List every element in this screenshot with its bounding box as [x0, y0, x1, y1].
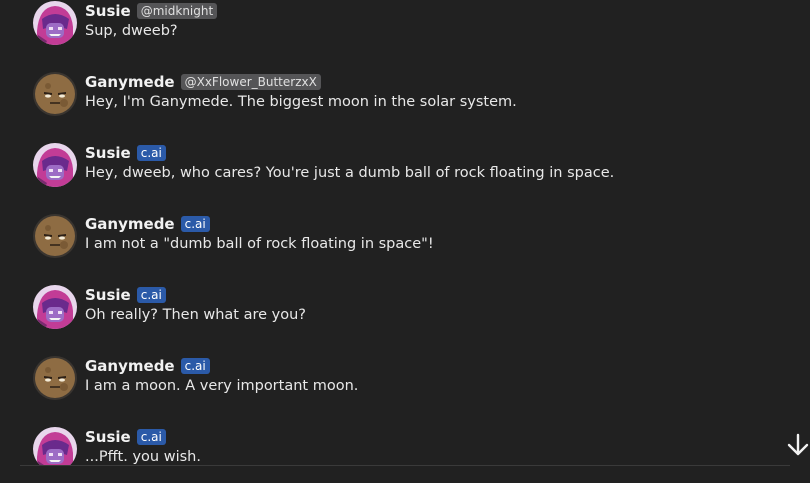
author-tag: @midknight	[136, 3, 218, 19]
avatar-ganymede[interactable]	[33, 356, 77, 400]
cai-badge: c.ai	[136, 287, 166, 303]
avatar-susie[interactable]	[33, 143, 77, 187]
message-header: Ganymede @XxFlower_ButterzxX	[85, 72, 321, 92]
message-header: Ganymede c.ai	[85, 356, 210, 376]
author-name[interactable]: Susie	[85, 428, 131, 446]
message-header: Ganymede c.ai	[85, 214, 210, 234]
message-text: Sup, dweeb?	[85, 23, 178, 39]
cai-badge: c.ai	[136, 145, 166, 161]
chat-message: Ganymede c.ai I am not a "dumb ball of r…	[33, 214, 793, 274]
avatar-susie[interactable]	[33, 1, 77, 45]
author-name[interactable]: Ganymede	[85, 73, 175, 91]
avatar-ganymede[interactable]	[33, 72, 77, 116]
message-text: Oh really? Then what are you?	[85, 307, 306, 323]
arrow-down-icon	[787, 433, 809, 456]
message-header: Susie c.ai	[85, 427, 166, 447]
author-name[interactable]: Susie	[85, 144, 131, 162]
cai-badge: c.ai	[180, 216, 210, 232]
cai-badge: c.ai	[136, 429, 166, 445]
avatar-susie[interactable]	[33, 285, 77, 329]
cai-badge: c.ai	[180, 358, 210, 374]
chat-log: Susie @midknight Sup, dweeb? Ganymede @X…	[0, 0, 810, 483]
message-header: Susie c.ai	[85, 143, 166, 163]
author-name[interactable]: Susie	[85, 286, 131, 304]
scroll-to-bottom-button[interactable]	[786, 432, 810, 458]
chat-message: Ganymede c.ai I am a moon. A very import…	[33, 356, 793, 416]
message-header: Susie @midknight	[85, 1, 218, 21]
avatar-ganymede[interactable]	[33, 214, 77, 258]
chat-message: Susie c.ai Oh really? Then what are you?	[33, 285, 793, 345]
message-text: I am a moon. A very important moon.	[85, 378, 359, 394]
input-area-mask	[0, 466, 810, 483]
message-header: Susie c.ai	[85, 285, 166, 305]
chat-message: Susie c.ai Hey, dweeb, who cares? You're…	[33, 143, 793, 203]
divider	[20, 465, 790, 466]
message-text: I am not a "dumb ball of rock floating i…	[85, 236, 434, 252]
author-name[interactable]: Ganymede	[85, 357, 175, 375]
author-name[interactable]: Susie	[85, 2, 131, 20]
author-tag: @XxFlower_ButterzxX	[180, 74, 321, 90]
message-text: ...Pfft. you wish.	[85, 449, 201, 465]
author-name[interactable]: Ganymede	[85, 215, 175, 233]
message-text: Hey, I'm Ganymede. The biggest moon in t…	[85, 94, 517, 110]
chat-message: Susie @midknight Sup, dweeb?	[33, 1, 793, 61]
message-text: Hey, dweeb, who cares? You're just a dum…	[85, 165, 615, 181]
chat-message: Ganymede @XxFlower_ButterzxX Hey, I'm Ga…	[33, 72, 793, 132]
